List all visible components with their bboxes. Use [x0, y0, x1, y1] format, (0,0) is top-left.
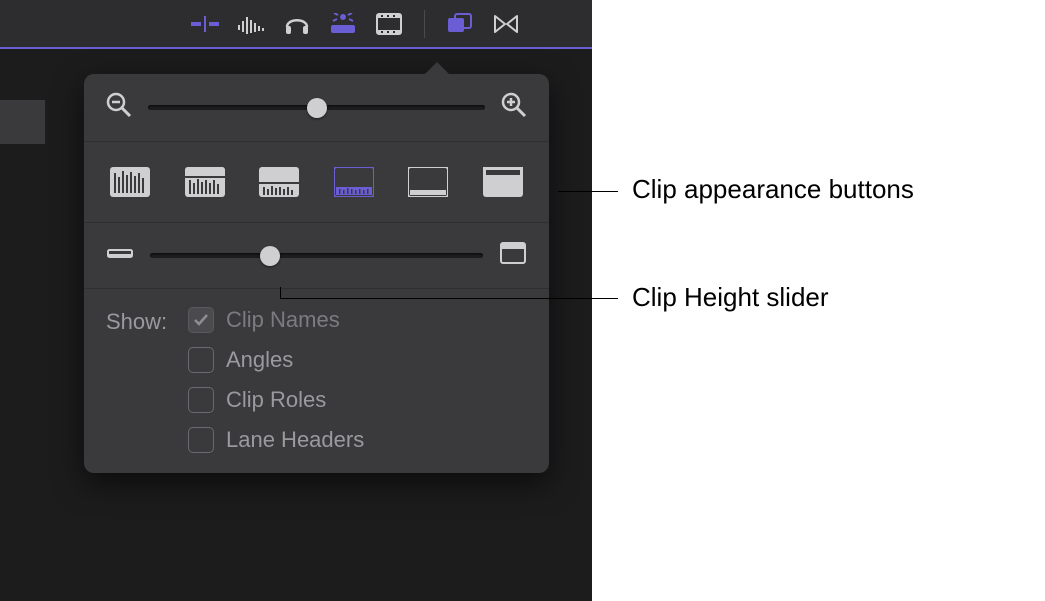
annotation-clip-height-slider: Clip Height slider	[632, 282, 829, 313]
clip-height-slider-thumb[interactable]	[260, 246, 280, 266]
appearance-waveform-small-button[interactable]	[255, 164, 303, 200]
clip-height-slider[interactable]	[150, 246, 483, 266]
checkbox-icon	[188, 427, 214, 453]
checkbox-icon	[188, 307, 214, 333]
show-lane-headers-checkbox[interactable]: Lane Headers	[188, 427, 364, 453]
zoom-slider-thumb[interactable]	[307, 98, 327, 118]
clip-height-large-icon	[499, 241, 527, 270]
filmstrip-icon[interactable]	[374, 9, 404, 39]
appearance-filmstrip-wave-button[interactable]	[330, 164, 378, 200]
clip-appearance-popover: Show: Clip Names Angles Clip Roles	[84, 74, 549, 473]
checkbox-label: Clip Roles	[226, 387, 326, 413]
annotation-line	[280, 287, 281, 298]
clip-height-small-icon	[106, 243, 134, 268]
appearance-waveform-large-button[interactable]	[181, 164, 229, 200]
audio-waveform-icon[interactable]	[236, 9, 266, 39]
compound-clip-icon[interactable]	[445, 9, 475, 39]
show-checklist: Clip Names Angles Clip Roles Lane Header…	[188, 307, 364, 453]
checkbox-icon	[188, 387, 214, 413]
snap-icon[interactable]	[491, 9, 521, 39]
clip-appearance-toolbar-icon[interactable]	[328, 9, 358, 39]
show-angles-checkbox[interactable]: Angles	[188, 347, 364, 373]
app-background: Show: Clip Names Angles Clip Roles	[0, 0, 592, 601]
show-label: Show:	[106, 307, 188, 335]
annotation-appearance-buttons: Clip appearance buttons	[632, 174, 914, 205]
checkbox-label: Clip Names	[226, 307, 340, 333]
timeline-toolbar	[0, 0, 592, 49]
show-clip-names-checkbox[interactable]: Clip Names	[188, 307, 364, 333]
headphones-icon[interactable]	[282, 9, 312, 39]
checkbox-label: Angles	[226, 347, 293, 373]
checkbox-label: Lane Headers	[226, 427, 364, 453]
clip-height-section	[84, 223, 549, 289]
appearance-filmstrip-only-button[interactable]	[404, 164, 452, 200]
zoom-out-icon[interactable]	[106, 92, 132, 123]
zoom-in-icon[interactable]	[501, 92, 527, 123]
zoom-section	[84, 74, 549, 142]
show-clip-roles-checkbox[interactable]: Clip Roles	[188, 387, 364, 413]
checkbox-icon	[188, 347, 214, 373]
annotation-line	[280, 298, 618, 299]
timeline-clip-stub	[0, 100, 45, 144]
toolbar-separator	[424, 10, 425, 38]
show-section: Show: Clip Names Angles Clip Roles	[84, 289, 549, 453]
appearance-waveform-only-button[interactable]	[106, 164, 154, 200]
trim-icon[interactable]	[190, 9, 220, 39]
clip-appearance-buttons	[84, 142, 549, 223]
appearance-filmstrip-large-button[interactable]	[479, 164, 527, 200]
annotation-line	[558, 191, 618, 192]
zoom-slider[interactable]	[148, 98, 485, 118]
